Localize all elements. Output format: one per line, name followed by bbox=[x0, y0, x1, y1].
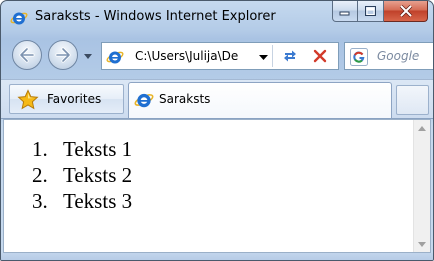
vertical-scrollbar[interactable] bbox=[413, 120, 430, 252]
google-icon bbox=[350, 48, 368, 66]
recent-pages-dropdown[interactable] bbox=[83, 51, 93, 61]
list-text: Teksts 3 bbox=[63, 189, 133, 213]
arrow-left-icon bbox=[19, 47, 35, 63]
window-title: Saraksts - Windows Internet Explorer bbox=[35, 9, 276, 24]
list-text: Teksts 1 bbox=[63, 137, 133, 161]
star-icon bbox=[17, 89, 39, 111]
ie-icon bbox=[10, 9, 28, 27]
stop-button[interactable] bbox=[309, 47, 331, 65]
arrow-right-icon bbox=[55, 47, 71, 63]
chevron-up-icon bbox=[418, 125, 426, 131]
stop-icon bbox=[313, 49, 327, 63]
page-content: 1. Teksts 1 2. Teksts 2 3. Teksts 3 bbox=[3, 119, 431, 253]
title-bar[interactable]: Saraksts - Windows Internet Explorer bbox=[1, 1, 433, 35]
new-tab-button[interactable] bbox=[396, 85, 429, 115]
chevron-down-icon bbox=[418, 241, 426, 247]
favorites-button[interactable]: Favorites bbox=[9, 84, 124, 114]
address-input[interactable]: C:\Users\Julija\De bbox=[135, 49, 251, 63]
browser-window: Saraksts - Windows Internet Explorer C:\… bbox=[0, 0, 434, 261]
address-bar[interactable]: C:\Users\Julija\De bbox=[101, 42, 339, 70]
list-item: 1. Teksts 1 bbox=[32, 136, 132, 162]
search-input[interactable]: Google bbox=[377, 49, 419, 63]
chevron-down-icon bbox=[84, 53, 92, 59]
chevron-down-icon bbox=[258, 54, 268, 60]
back-button[interactable] bbox=[12, 40, 42, 70]
scroll-down-button[interactable] bbox=[414, 236, 430, 252]
list-item: 2. Teksts 2 bbox=[32, 162, 132, 188]
navigation-bar: C:\Users\Julija\De Google bbox=[1, 37, 433, 77]
refresh-button[interactable] bbox=[279, 47, 301, 65]
list-number: 3. bbox=[32, 189, 48, 213]
list-text: Teksts 2 bbox=[63, 163, 133, 187]
list-number: 1. bbox=[32, 137, 48, 161]
close-button[interactable] bbox=[384, 1, 428, 22]
tab-saraksts[interactable]: Saraksts bbox=[128, 82, 392, 118]
minimize-icon bbox=[339, 11, 350, 16]
search-box[interactable]: Google bbox=[344, 42, 433, 70]
forward-button[interactable] bbox=[48, 40, 78, 70]
minimize-button[interactable] bbox=[332, 1, 358, 22]
list-item: 3. Teksts 3 bbox=[32, 188, 132, 214]
caption-buttons bbox=[332, 1, 428, 23]
favorites-label: Favorites bbox=[47, 92, 102, 106]
ie-page-icon bbox=[106, 48, 124, 66]
tab-bar: Favorites Saraksts bbox=[1, 79, 433, 119]
list-number: 2. bbox=[32, 163, 48, 187]
tab-label: Saraksts bbox=[159, 92, 211, 106]
ie-icon bbox=[134, 90, 154, 110]
close-icon bbox=[399, 5, 412, 17]
ordered-list: 1. Teksts 1 2. Teksts 2 3. Teksts 3 bbox=[32, 136, 132, 214]
divider bbox=[272, 45, 273, 67]
scroll-up-button[interactable] bbox=[414, 120, 430, 136]
refresh-icon bbox=[284, 50, 296, 62]
window-bottom-frame bbox=[1, 253, 433, 260]
maximize-button[interactable] bbox=[358, 1, 384, 22]
address-dropdown-button[interactable] bbox=[257, 51, 269, 63]
maximize-icon bbox=[365, 6, 376, 16]
